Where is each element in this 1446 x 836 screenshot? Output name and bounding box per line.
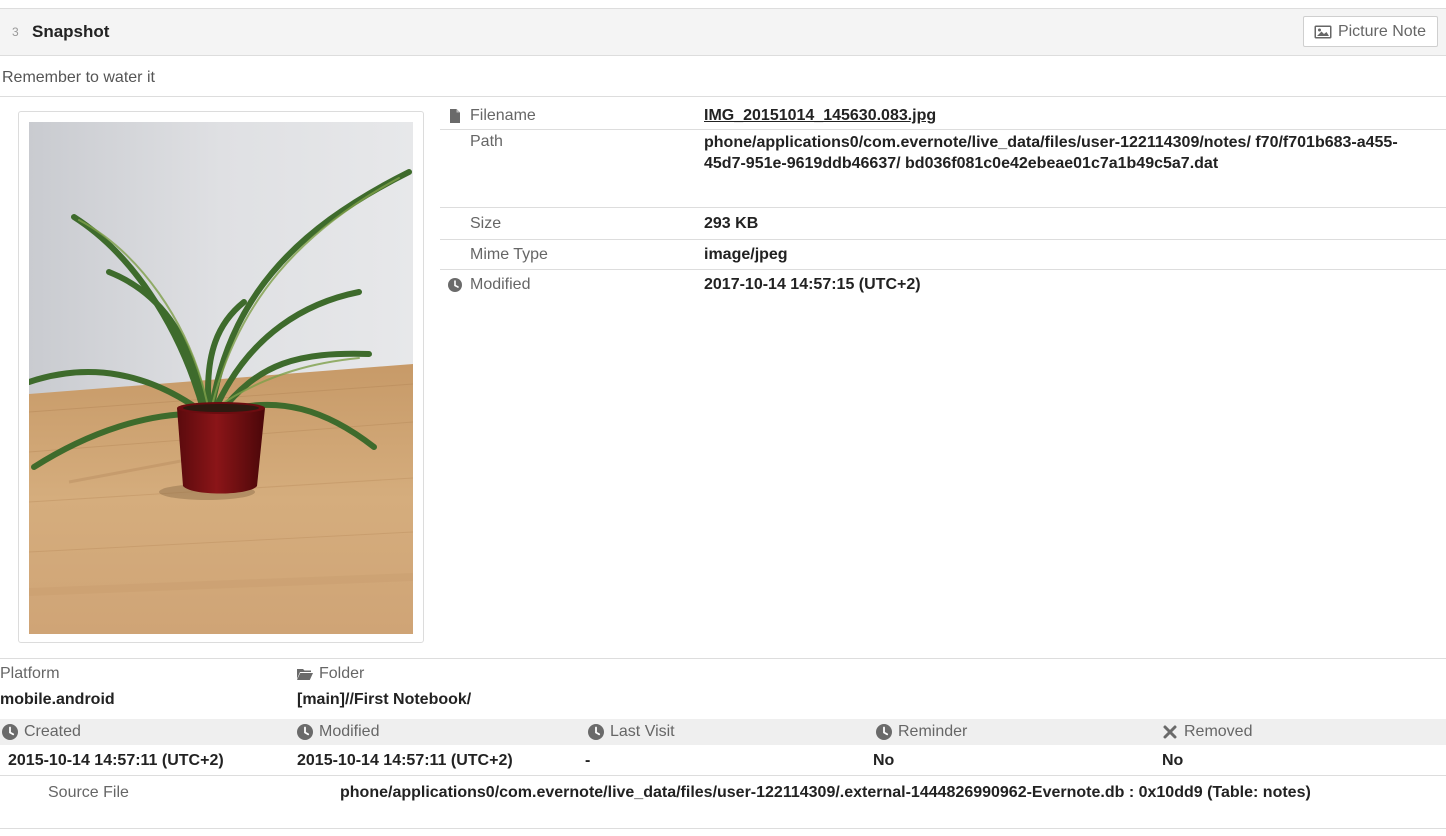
property-row-path: Path phone/applications0/com.evernote/li… [440, 130, 1446, 208]
property-row-size: Size 293 KB [440, 208, 1446, 240]
attachment-image[interactable] [29, 122, 413, 634]
removed-value: No [1162, 752, 1184, 769]
removed-label: Removed [1184, 723, 1253, 740]
platform-label: Platform [0, 665, 60, 682]
mime-label: Mime Type [470, 245, 548, 263]
clock-icon [448, 277, 462, 292]
mime-value: image/jpeg [704, 246, 788, 263]
picture-note-button[interactable]: Picture Note [1302, 16, 1438, 47]
folder-open-icon [297, 669, 313, 680]
path-value: phone/applications0/com.evernote/live_da… [704, 134, 1398, 172]
source-file-row: Source File phone/applications0/com.ever… [0, 775, 1446, 829]
reminder-value: No [873, 752, 895, 769]
file-icon [448, 108, 462, 123]
size-label: Size [470, 214, 502, 232]
clock-icon [876, 724, 892, 740]
file-properties: Filename IMG_20151014_145630.083.jpg Pat… [440, 104, 1446, 300]
clock-icon [588, 724, 604, 740]
attachment-image-frame[interactable] [18, 111, 424, 643]
last-visit-value: - [585, 752, 591, 769]
source-file-value: phone/applications0/com.evernote/live_da… [340, 784, 1311, 801]
picture-icon [1314, 25, 1332, 38]
meta-row-platform [0, 658, 1446, 659]
created-value: 2015-10-14 14:57:11 (UTC+2) [8, 752, 224, 769]
date-modified-label: Modified [319, 723, 380, 740]
filename-label: Filename [470, 106, 536, 124]
created-label: Created [24, 723, 81, 740]
clock-icon [297, 724, 313, 740]
size-value: 293 KB [704, 215, 759, 232]
reminder-label: Reminder [898, 723, 968, 740]
modified-value: 2017-10-14 14:57:15 (UTC+2) [704, 276, 921, 293]
property-row-filename: Filename IMG_20151014_145630.083.jpg [440, 104, 1446, 130]
property-row-mime: Mime Type image/jpeg [440, 240, 1446, 270]
picture-note-label: Picture Note [1337, 22, 1426, 40]
note-index: 3 [12, 25, 19, 39]
note-title: Snapshot [32, 22, 110, 41]
note-header: 3 Snapshot Picture Note [0, 8, 1446, 56]
date-modified-value: 2015-10-14 14:57:11 (UTC+2) [297, 752, 513, 769]
clock-icon [2, 724, 18, 740]
platform-value: mobile.android [0, 691, 115, 708]
filename-link[interactable]: IMG_20151014_145630.083.jpg [704, 104, 1446, 129]
property-row-modified: Modified 2017-10-14 14:57:15 (UTC+2) [440, 270, 1446, 300]
modified-label: Modified [470, 275, 531, 293]
folder-value: [main]//First Notebook/ [297, 691, 472, 708]
note-body: Remember to water it [0, 56, 1446, 97]
close-icon [1163, 725, 1177, 739]
source-file-label: Source File [48, 784, 129, 801]
folder-label: Folder [319, 665, 365, 682]
path-label: Path [470, 132, 503, 150]
last-visit-label: Last Visit [610, 723, 675, 740]
